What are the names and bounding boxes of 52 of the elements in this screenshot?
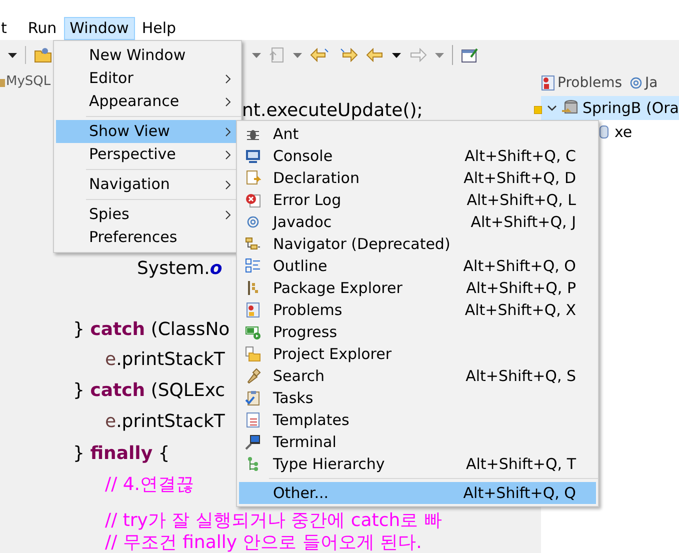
menu-item[interactable]: Other... Alt+Shift+Q, Q: [239, 482, 596, 504]
menu-item[interactable]: Templates: [239, 409, 596, 431]
shortcut-label: Alt+Shift+Q, S: [466, 366, 576, 387]
menu-item[interactable]: Outline Alt+Shift+Q, O: [239, 255, 596, 277]
panel-tab[interactable]: Ja: [630, 72, 658, 94]
menu-item[interactable]: Editor: [56, 67, 239, 90]
shortcut-label: Alt+Shift+Q, C: [464, 146, 576, 167]
code-line: nt.executeUpdate();: [242, 99, 423, 121]
menu-item[interactable]: Project Explorer: [239, 343, 596, 365]
menu-item[interactable]: Spies: [56, 203, 239, 226]
code-line: e.printStackT: [105, 348, 225, 370]
menu-item[interactable]: Console Alt+Shift+Q, C: [239, 145, 596, 167]
menu-item[interactable]: Type Hierarchy Alt+Shift+Q, T: [239, 453, 596, 475]
code-line: System.o: [137, 257, 222, 279]
code-line: // 4.연결끊: [105, 473, 194, 495]
shortcut-label: Alt+Shift+Q, X: [464, 300, 576, 321]
code-line: e.printStackT: [105, 410, 225, 432]
shortcut-label: Alt+Shift+Q, P: [466, 278, 576, 299]
menu-item[interactable]: Show View: [56, 120, 239, 143]
code-line: // 무조건 finally 안으로 들어오게 된다.: [105, 531, 422, 553]
menu-item[interactable]: Terminal: [239, 431, 596, 453]
menu-item[interactable]: Run: [22, 16, 63, 40]
editor-tab[interactable]: MySQL: [0, 72, 51, 92]
shortcut-label: Alt+Shift+Q, D: [464, 168, 576, 189]
menu-item[interactable]: Error Log Alt+Shift+Q, L: [239, 189, 596, 211]
code-line: } finally {: [73, 442, 170, 464]
panel-tab[interactable]: Problems: [540, 72, 622, 94]
menu-item[interactable]: Search Alt+Shift+Q, S: [239, 365, 596, 387]
shortcut-label: Alt+Shift+Q, Q: [463, 482, 576, 504]
shortcut-label: Alt+Shift+Q, O: [463, 256, 576, 277]
menu-item[interactable]: Window: [64, 16, 135, 40]
tree-item[interactable]: SpringB (Ora: [540, 96, 679, 120]
shortcut-label: Alt+Shift+Q, J: [470, 212, 576, 233]
menu-item[interactable]: Javadoc Alt+Shift+Q, J: [239, 211, 596, 233]
menu-item[interactable]: Navigator (Deprecated): [239, 233, 596, 255]
code-line: // try가 잘 실행되거나 중간에 catch로 빠: [105, 509, 442, 531]
shortcut-label: Alt+Shift+Q, L: [466, 190, 576, 211]
shortcut-label: Alt+Shift+Q, T: [466, 454, 576, 475]
menu-item[interactable]: Preferences: [56, 226, 239, 249]
code-line: } catch (SQLExc: [73, 379, 226, 401]
menu-item[interactable]: t: [0, 16, 8, 40]
menu-item[interactable]: Help: [136, 16, 182, 40]
menu-item[interactable]: Problems Alt+Shift+Q, X: [239, 299, 596, 321]
menu-item[interactable]: Appearance: [56, 90, 239, 113]
menu-item[interactable]: Progress: [239, 321, 596, 343]
menu-item[interactable]: Perspective: [56, 143, 239, 166]
menu-item[interactable]: Navigation: [56, 173, 239, 196]
code-line: } catch (ClassNo: [73, 318, 230, 340]
menu-item[interactable]: Package Explorer Alt+Shift+Q, P: [239, 277, 596, 299]
menu-item[interactable]: Tasks: [239, 387, 596, 409]
menu-item[interactable]: Declaration Alt+Shift+Q, D: [239, 167, 596, 189]
menu-item[interactable]: New Window: [56, 44, 239, 67]
